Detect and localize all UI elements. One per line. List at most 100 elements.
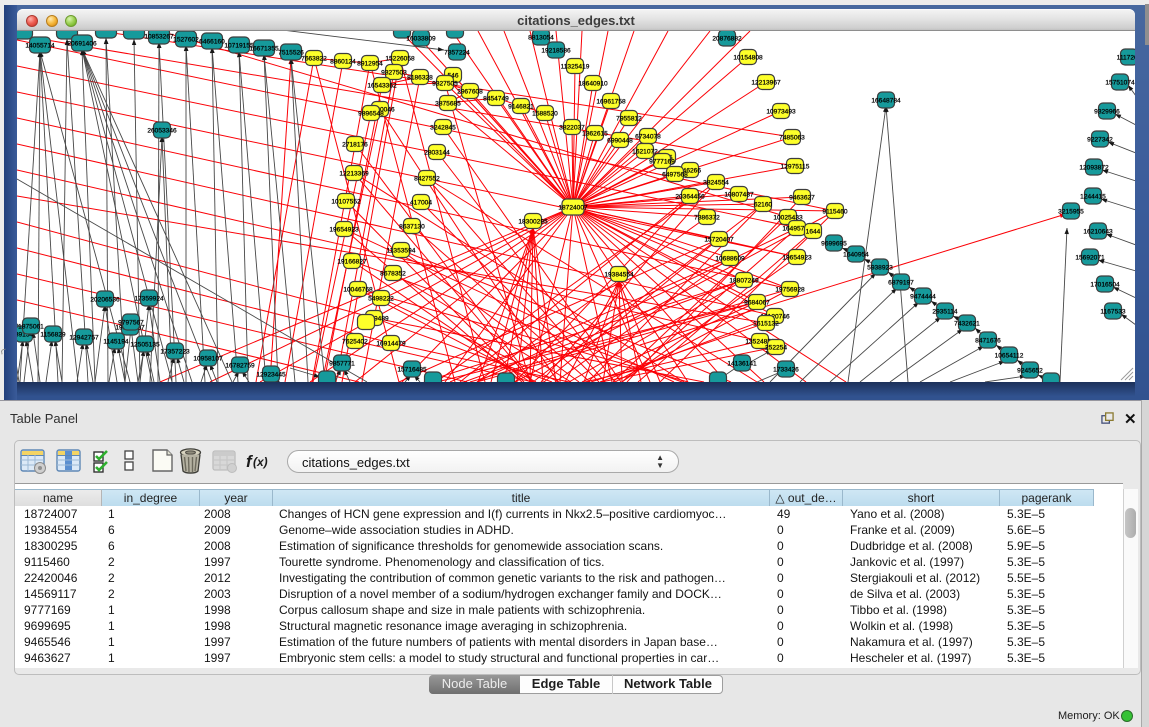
svg-text:8912954: 8912954 bbox=[357, 61, 383, 68]
svg-text:6990448: 6990448 bbox=[607, 138, 633, 145]
svg-text:15720407: 15720407 bbox=[704, 237, 734, 244]
svg-text:1644: 1644 bbox=[806, 229, 821, 236]
svg-text:15716485: 15716485 bbox=[397, 367, 427, 374]
svg-text:18807249: 18807249 bbox=[729, 278, 759, 285]
svg-text:7625402: 7625402 bbox=[342, 339, 368, 346]
svg-text:(x): (x) bbox=[253, 455, 268, 469]
svg-text:7955812: 7955812 bbox=[616, 116, 642, 123]
svg-text:10958107: 10958107 bbox=[193, 356, 223, 363]
svg-text:9684067: 9684067 bbox=[744, 300, 770, 307]
svg-text:1588520: 1588520 bbox=[532, 111, 558, 118]
svg-text:7663822: 7663822 bbox=[301, 56, 327, 63]
svg-text:1117263: 1117263 bbox=[1117, 55, 1135, 62]
svg-text:1733426: 1733426 bbox=[773, 367, 799, 374]
svg-text:1167533: 1167533 bbox=[1100, 309, 1126, 316]
svg-text:7485063: 7485063 bbox=[779, 135, 805, 142]
svg-text:9245652: 9245652 bbox=[1017, 368, 1043, 375]
svg-text:12213369: 12213369 bbox=[339, 171, 369, 178]
svg-text:3215955: 3215955 bbox=[1058, 209, 1084, 216]
svg-text:10154808: 10154808 bbox=[733, 55, 763, 62]
svg-text:417004: 417004 bbox=[410, 200, 432, 207]
svg-text:12505135: 12505135 bbox=[130, 342, 160, 349]
svg-text:16671355: 16671355 bbox=[249, 46, 279, 53]
svg-text:20691406: 20691406 bbox=[67, 41, 97, 48]
svg-text:17359924: 17359924 bbox=[134, 296, 164, 303]
svg-text:9115460: 9115460 bbox=[822, 209, 848, 216]
svg-text:1875061: 1875061 bbox=[18, 324, 44, 331]
svg-text:20206536: 20206536 bbox=[90, 297, 120, 304]
svg-text:14136141: 14136141 bbox=[727, 361, 757, 368]
svg-text:10107552: 10107552 bbox=[331, 199, 361, 206]
svg-text:16210643: 16210643 bbox=[1083, 229, 1113, 236]
svg-text:18300295: 18300295 bbox=[518, 219, 548, 226]
svg-text:9329966: 9329966 bbox=[1094, 109, 1120, 116]
svg-text:12923445: 12923445 bbox=[256, 372, 286, 379]
svg-text:9857771: 9857771 bbox=[329, 361, 355, 368]
svg-text:18640910: 18640910 bbox=[578, 81, 608, 88]
svg-text:2803144: 2803144 bbox=[424, 150, 450, 157]
svg-text:20876882: 20876882 bbox=[712, 36, 742, 43]
svg-text:16033809: 16033809 bbox=[406, 36, 436, 43]
svg-text:1640954: 1640954 bbox=[843, 252, 869, 259]
svg-text:16914479: 16914479 bbox=[376, 341, 406, 348]
svg-text:7386372: 7386372 bbox=[694, 215, 720, 222]
svg-text:9227342: 9227342 bbox=[1087, 137, 1113, 144]
svg-text:17016504: 17016504 bbox=[1090, 282, 1120, 289]
svg-text:8860124: 8860124 bbox=[330, 59, 356, 66]
svg-text:16543362: 16543362 bbox=[367, 83, 397, 90]
svg-text:1527602: 1527602 bbox=[173, 37, 199, 44]
svg-text:2967608: 2967608 bbox=[457, 89, 483, 96]
svg-text:10973493: 10973493 bbox=[766, 109, 796, 116]
svg-text:11353594: 11353594 bbox=[387, 248, 416, 255]
svg-text:9474444: 9474444 bbox=[910, 294, 936, 301]
svg-text:10654112: 10654112 bbox=[995, 353, 1024, 360]
svg-text:14055714: 14055714 bbox=[25, 43, 55, 50]
svg-text:5498222: 5498222 bbox=[368, 296, 394, 303]
svg-text:3824554: 3824554 bbox=[703, 180, 729, 187]
svg-text:2935114: 2935114 bbox=[932, 309, 958, 316]
svg-text:11325419: 11325419 bbox=[561, 64, 590, 71]
svg-text:9327503: 9327503 bbox=[381, 70, 407, 77]
svg-text:19654923: 19654923 bbox=[782, 255, 812, 262]
svg-text:12942757: 12942757 bbox=[69, 335, 99, 342]
svg-text:1145194: 1145194 bbox=[103, 339, 129, 346]
svg-text:9797567: 9797567 bbox=[118, 320, 144, 327]
svg-text:3242845: 3242845 bbox=[430, 125, 456, 132]
svg-text:20364456: 20364456 bbox=[675, 194, 705, 201]
svg-text:17357223: 17357223 bbox=[160, 349, 190, 356]
svg-text:8454749: 8454749 bbox=[483, 96, 509, 103]
svg-text:3875685: 3875685 bbox=[435, 101, 461, 108]
svg-text:9463627: 9463627 bbox=[789, 195, 815, 202]
svg-text:15226058: 15226058 bbox=[385, 56, 415, 63]
svg-text:16961758: 16961758 bbox=[596, 99, 626, 106]
svg-text:252254: 252254 bbox=[765, 345, 787, 352]
svg-text:5938923: 5938923 bbox=[867, 265, 893, 272]
svg-text:10807487: 10807487 bbox=[724, 192, 754, 199]
svg-text:1362615: 1362615 bbox=[582, 131, 608, 138]
svg-text:8471676: 8471676 bbox=[975, 338, 1001, 345]
svg-text:9896548: 9896548 bbox=[358, 111, 384, 118]
svg-text:9699695: 9699695 bbox=[821, 241, 847, 248]
svg-text:8813054: 8813054 bbox=[528, 35, 554, 42]
svg-text:26053346: 26053346 bbox=[147, 128, 177, 135]
svg-text:10046768: 10046768 bbox=[343, 287, 373, 294]
svg-text:8678352: 8678352 bbox=[380, 271, 406, 278]
svg-text:19756928: 19756928 bbox=[775, 287, 805, 294]
svg-text:9146821: 9146821 bbox=[508, 104, 534, 111]
svg-text:19166827: 19166827 bbox=[337, 259, 367, 266]
svg-text:19384554: 19384554 bbox=[604, 272, 634, 279]
svg-text:9777169: 9777169 bbox=[649, 159, 675, 166]
svg-text:12213967: 12213967 bbox=[751, 80, 781, 87]
svg-text:1615132: 1615132 bbox=[753, 321, 779, 328]
svg-text:8637130: 8637130 bbox=[399, 224, 425, 231]
svg-text:6734078: 6734078 bbox=[635, 134, 661, 141]
svg-text:10688609: 10688609 bbox=[715, 256, 745, 263]
svg-text:19654923: 19654923 bbox=[329, 227, 359, 234]
svg-text:1156829: 1156829 bbox=[40, 332, 66, 339]
svg-text:7357224: 7357224 bbox=[444, 50, 470, 57]
svg-text:62160: 62160 bbox=[754, 202, 773, 209]
svg-text:15751074: 15751074 bbox=[1105, 80, 1135, 87]
svg-text:7432621: 7432621 bbox=[954, 321, 980, 328]
svg-text:9327505: 9327505 bbox=[432, 81, 458, 88]
svg-text:16782759: 16782759 bbox=[225, 363, 255, 370]
